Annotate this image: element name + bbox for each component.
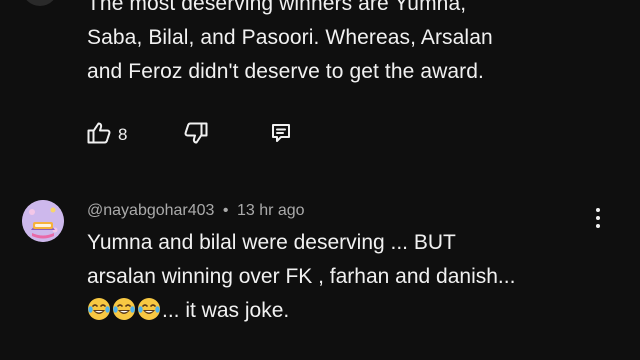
- more-vert-icon: [588, 208, 608, 228]
- dislike-button[interactable]: [183, 120, 209, 151]
- comment-text-line: Yumna and bilal were deserving ... BUT: [87, 231, 456, 254]
- comment-thread-item: The most deserving winners are Yumna, Sa…: [0, 0, 640, 170]
- laughing-crying-emoji: [137, 297, 161, 321]
- comment-text: The most deserving winners are Yumna, Sa…: [87, 0, 607, 89]
- timestamp[interactable]: 13 hr ago: [237, 202, 305, 219]
- like-button[interactable]: 8: [86, 120, 127, 151]
- reply-icon: [269, 121, 293, 150]
- laughing-crying-emoji: [112, 297, 136, 321]
- avatar[interactable]: [22, 0, 58, 6]
- comment-text-suffix: ... it was joke.: [162, 299, 290, 322]
- comment-thread-item: @nayabgohar403 • 13 hr ago Yumna and bil…: [0, 190, 640, 360]
- comment-text-line: The most deserving winners are Yumna,: [87, 0, 467, 15]
- separator: •: [222, 202, 229, 219]
- comment-actions: 8: [86, 120, 293, 150]
- comment-header: @nayabgohar403 • 13 hr ago: [87, 200, 305, 222]
- reply-button[interactable]: [269, 121, 293, 150]
- comment-text-line: Saba, Bilal, and Pasoori. Whereas, Arsal…: [87, 26, 493, 49]
- comment-text: Yumna and bilal were deserving ... BUT a…: [87, 226, 617, 328]
- thumbs-down-icon: [183, 120, 209, 151]
- laughing-crying-emoji: [87, 297, 111, 321]
- comment-text-line: ... it was joke.: [87, 294, 617, 328]
- avatar[interactable]: [22, 200, 64, 242]
- like-count: 8: [118, 125, 128, 144]
- comment-text-line: arsalan winning over FK , farhan and dan…: [87, 265, 516, 288]
- author-name[interactable]: @nayabgohar403: [87, 202, 214, 219]
- thumbs-up-icon: [86, 120, 112, 151]
- comment-text-line: and Feroz didn't deserve to get the awar…: [87, 60, 484, 83]
